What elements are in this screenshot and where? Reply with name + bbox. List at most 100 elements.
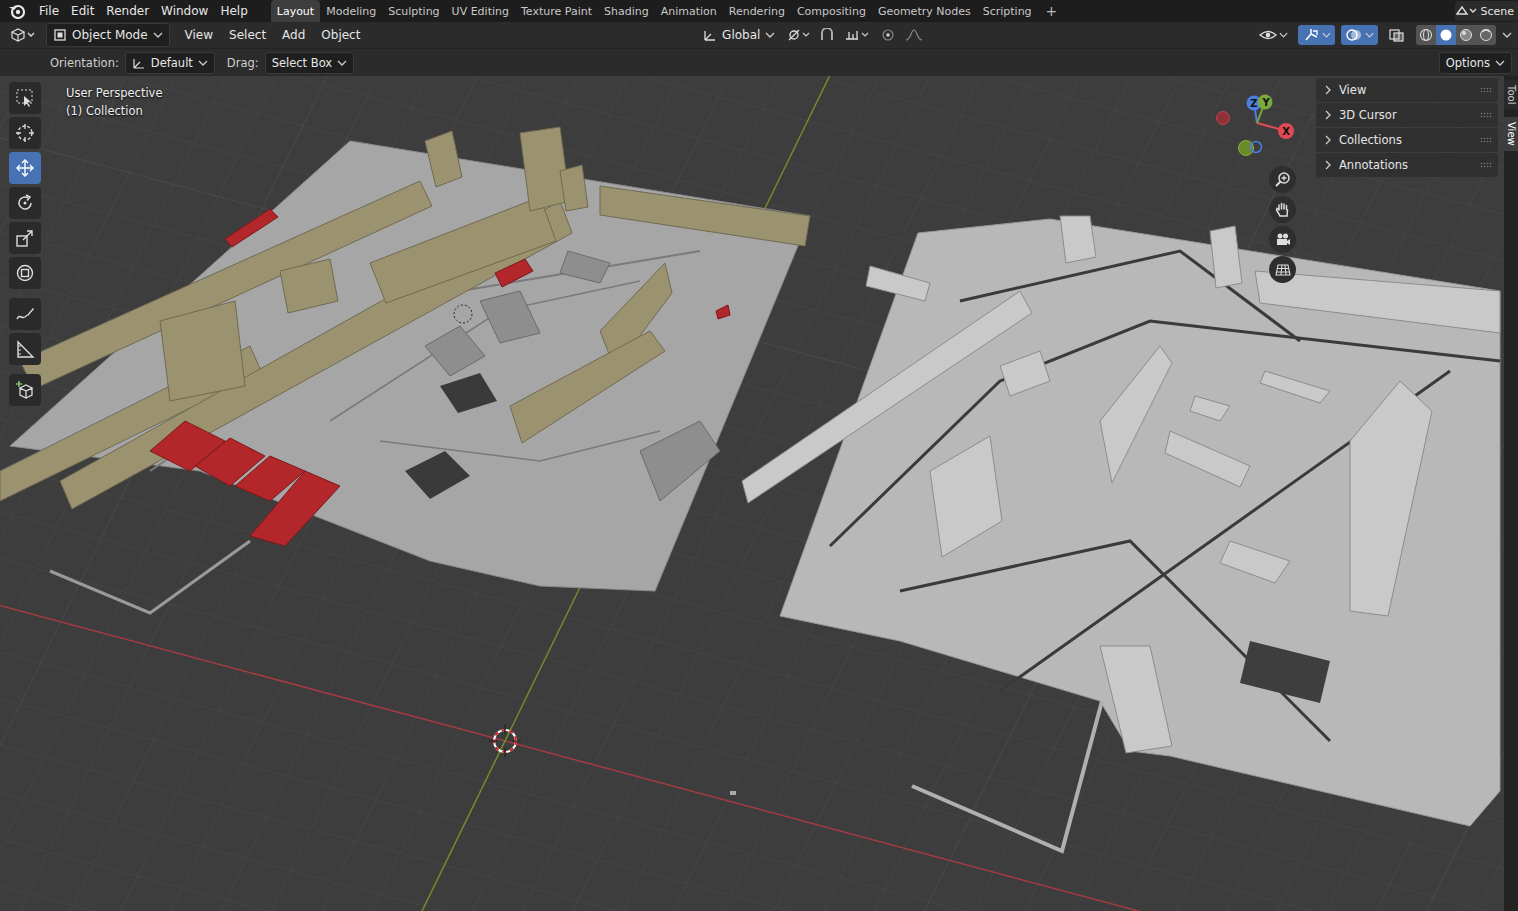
grid-line xyxy=(0,790,1518,911)
workspace-tab[interactable]: Modeling xyxy=(320,0,382,22)
orientation-value: Default xyxy=(151,56,193,70)
workspace-tab[interactable]: Geometry Nodes xyxy=(872,0,977,22)
workspace-tab[interactable]: Animation xyxy=(655,0,723,22)
city-model-right[interactable] xyxy=(730,216,1500,851)
transform-orientation-dropdown[interactable]: Global xyxy=(697,24,781,46)
sidebar-tab-label: Tool xyxy=(1504,85,1518,104)
sidebar-panel-header[interactable]: 3D Cursor xyxy=(1316,103,1498,127)
xray-icon xyxy=(1388,28,1406,42)
drag-handle-icon[interactable] xyxy=(1480,162,1492,168)
scene-selector[interactable]: Scene xyxy=(1455,1,1518,21)
tool-button[interactable] xyxy=(9,374,41,406)
select-box-icon xyxy=(15,88,35,108)
camera-view-button[interactable] xyxy=(1269,226,1296,253)
zoom-button[interactable] xyxy=(1269,166,1296,193)
view-toggle[interactable] xyxy=(1384,25,1410,45)
shading-button[interactable] xyxy=(1456,25,1476,45)
zoom-icon xyxy=(1274,171,1292,189)
sidebar-panel-header[interactable]: Collections xyxy=(1316,128,1498,152)
viewport-menu-item[interactable]: View xyxy=(180,26,218,44)
proportional-edit-icon[interactable] xyxy=(879,28,897,42)
mode-dropdown[interactable]: Object Mode xyxy=(46,23,170,47)
transform-icon xyxy=(15,263,35,283)
menu-item[interactable]: Render xyxy=(101,2,154,20)
drag-handle-icon[interactable] xyxy=(1480,112,1492,118)
menu-item[interactable]: File xyxy=(34,2,64,20)
blender-logo-icon[interactable] xyxy=(8,3,26,19)
viewport-menu-item[interactable]: Add xyxy=(277,26,310,44)
pivot-icon[interactable] xyxy=(787,28,811,42)
move-icon xyxy=(15,158,35,178)
sidebar-tab[interactable]: Tool xyxy=(1504,80,1518,109)
city-model-left[interactable] xyxy=(0,127,810,613)
grid-line xyxy=(0,76,1518,911)
tool-button[interactable] xyxy=(9,82,41,114)
mode-label: Object Mode xyxy=(72,28,148,42)
drag-handle-icon[interactable] xyxy=(1480,87,1492,93)
workspace-tab[interactable]: Layout xyxy=(271,0,320,22)
sidebar-panel-header[interactable]: View xyxy=(1316,78,1498,102)
add-cube-icon xyxy=(15,380,35,400)
view-toggle[interactable] xyxy=(1255,25,1292,45)
grid-line xyxy=(0,76,1518,911)
drag-dropdown[interactable]: Select Box xyxy=(265,52,355,74)
workspace-tab[interactable]: Shading xyxy=(598,0,655,22)
scene-name: Scene xyxy=(1480,5,1514,18)
menu-item[interactable]: Edit xyxy=(66,2,99,20)
viewport-menu-item[interactable]: Object xyxy=(316,26,365,44)
orientation-label: Global xyxy=(722,28,760,42)
workspace-tab[interactable]: Rendering xyxy=(723,0,791,22)
options-dropdown[interactable]: Options xyxy=(1439,52,1512,74)
viewport-menu-item[interactable]: Select xyxy=(224,26,271,44)
grid-line xyxy=(0,76,1518,911)
sidebar-panel-header[interactable]: Annotations xyxy=(1316,153,1498,177)
grid-line xyxy=(0,76,843,911)
tool-button[interactable] xyxy=(9,257,41,289)
grid-line xyxy=(0,76,1518,911)
snap-target-icon[interactable] xyxy=(845,28,871,42)
tool-button[interactable] xyxy=(9,298,41,330)
viewport-info: User Perspective(1) Collection xyxy=(66,84,162,120)
falloff-icon[interactable] xyxy=(905,28,923,42)
navigation-gizmo[interactable]: ZYX xyxy=(1212,91,1302,163)
3d-viewport[interactable]: User Perspective(1) CollectionZYXView3D … xyxy=(0,76,1518,911)
ortho-toggle-button[interactable] xyxy=(1269,256,1296,283)
shading-button[interactable] xyxy=(1416,25,1436,45)
active-collection: (1) Collection xyxy=(66,102,162,120)
top-bar: FileEditRenderWindowHelpLayoutModelingSc… xyxy=(0,0,1518,22)
menu-item[interactable]: Help xyxy=(215,2,252,20)
view-toggle[interactable] xyxy=(1298,25,1335,45)
shading-button[interactable] xyxy=(1476,25,1496,45)
grid-line xyxy=(0,76,1510,911)
workspace-tab[interactable]: UV Editing xyxy=(446,0,515,22)
tool-button[interactable] xyxy=(9,333,41,365)
z-axis-label: Z xyxy=(1250,98,1257,109)
view-toggle[interactable] xyxy=(1341,25,1378,45)
sidebar-tab[interactable]: View xyxy=(1504,117,1518,151)
editor-type-button[interactable] xyxy=(6,26,40,44)
panel-title: Annotations xyxy=(1339,158,1473,172)
snap-icon[interactable] xyxy=(819,28,837,42)
workspace-tab[interactable]: Texture Paint xyxy=(515,0,598,22)
workspace-tab[interactable]: Scripting xyxy=(977,0,1038,22)
grid-line xyxy=(0,76,1518,911)
add-workspace-button[interactable]: + xyxy=(1038,0,1066,22)
menu-item[interactable]: Window xyxy=(156,2,213,20)
tool-button[interactable] xyxy=(9,117,41,149)
pan-button[interactable] xyxy=(1269,196,1296,223)
rotate-icon xyxy=(15,193,35,213)
chevron-down-icon[interactable] xyxy=(1502,31,1512,39)
workspace-tab[interactable]: Sculpting xyxy=(382,0,445,22)
orientation-dropdown[interactable]: Default xyxy=(125,52,215,74)
tool-button[interactable] xyxy=(9,187,41,219)
tool-button[interactable] xyxy=(9,152,41,184)
shading-button[interactable] xyxy=(1436,25,1456,45)
tool-button[interactable] xyxy=(9,222,41,254)
workspace-tab[interactable]: Compositing xyxy=(791,0,872,22)
wireframe-sphere-icon xyxy=(1419,28,1433,42)
3d-cursor[interactable] xyxy=(489,725,521,757)
grid-line xyxy=(0,76,1518,911)
viewport-header: Object Mode View Select Add Object Global xyxy=(0,22,1518,48)
drag-handle-icon[interactable] xyxy=(1480,137,1492,143)
hand-icon xyxy=(1274,201,1292,219)
